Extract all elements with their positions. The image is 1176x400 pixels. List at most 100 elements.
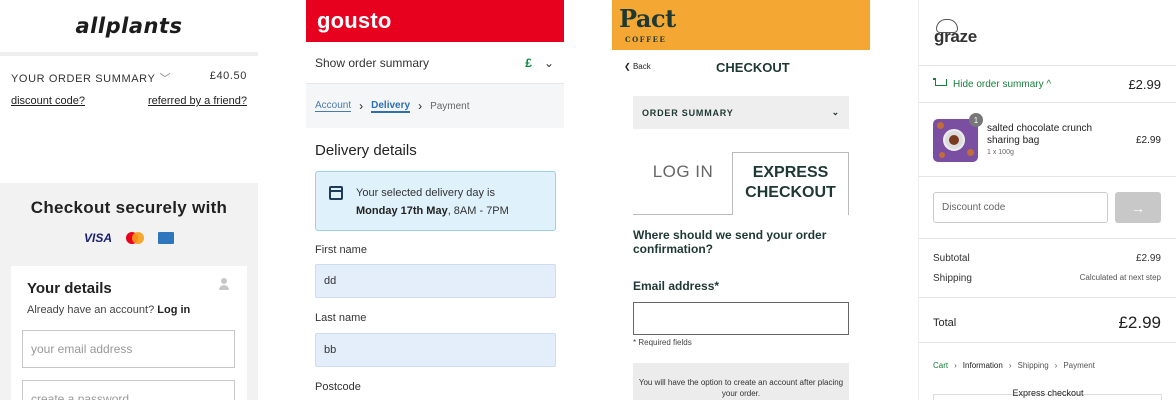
discount-code-input[interactable]: Discount code — [933, 192, 1108, 223]
subtotal-label: Subtotal — [933, 253, 970, 264]
quantity-badge: 1 — [969, 113, 983, 127]
email-input[interactable] — [633, 302, 849, 335]
order-summary-toggle[interactable]: YOUR ORDER SUMMARY ﹀ £40.50 — [11, 70, 247, 86]
order-total: £40.50 — [209, 70, 247, 82]
chevron-right-icon: › — [954, 361, 957, 370]
your-details-title: Your details — [27, 280, 112, 297]
chevron-right-icon: › — [359, 99, 364, 113]
first-name-label: First name — [315, 244, 367, 256]
first-name-field[interactable]: dd — [315, 264, 556, 298]
breadcrumb-cart[interactable]: Cart — [933, 361, 948, 370]
graze-logo-text: graze — [934, 27, 977, 46]
breadcrumb-payment: Payment — [1063, 361, 1095, 370]
header-divider — [0, 52, 258, 56]
summary-total: £2.99 — [1128, 76, 1161, 92]
chevron-right-icon: › — [1008, 361, 1012, 370]
product-size: 1 x 100g — [987, 149, 1014, 156]
product-name: salted chocolate crunch sharing bag — [987, 123, 1093, 146]
payment-card-logos: VISA — [0, 231, 258, 245]
delivery-details-heading: Delivery details — [315, 142, 417, 159]
send-confirmation-question: Where should we send your order confirma… — [633, 228, 827, 256]
notice-time: , 8AM - 7PM — [447, 205, 509, 217]
order-summary-label: ORDER SUMMARY — [642, 107, 734, 118]
arrow-right-icon: → — [1131, 199, 1145, 216]
referral-link[interactable]: referred by a friend? — [148, 95, 247, 107]
apply-discount-button[interactable]: → — [1115, 192, 1161, 223]
discount-code-link[interactable]: discount code? — [11, 95, 85, 107]
breadcrumb-shipping: Shipping — [1017, 361, 1049, 370]
divider — [919, 238, 1176, 239]
hide-order-summary-toggle[interactable]: Hide order summary ^ £2.99 — [933, 74, 1161, 94]
password-input[interactable]: create a password — [22, 380, 235, 400]
allplants-logo[interactable]: allplants — [0, 0, 258, 52]
subtotal-value: £2.99 — [1135, 253, 1161, 264]
express-checkout-label: Express checkout — [1012, 388, 1084, 398]
visa-icon: VISA — [83, 231, 112, 245]
gousto-header: gousto — [306, 0, 564, 42]
checkout-topbar: ❮ Back CHECKOUT — [624, 60, 860, 78]
divider — [919, 176, 1176, 177]
currency-symbol: £ — [525, 55, 532, 70]
required-fields-note: * Required fields — [633, 338, 692, 347]
delivery-notice-text: Your selected delivery day is Monday 17t… — [356, 184, 509, 220]
secure-checkout-heading: Checkout securely with — [30, 198, 228, 217]
breadcrumb-delivery[interactable]: Delivery — [371, 100, 411, 113]
notice-day: Monday 17th May — [356, 205, 448, 217]
pact-checkout-panel: Pact COFFEE ❮ Back CHECKOUT ORDER SUMMAR… — [612, 0, 870, 400]
account-prompt-text: Already have an account? — [27, 304, 155, 316]
hide-order-summary-label: Hide order summary ^ — [953, 78, 1052, 90]
back-link[interactable]: ❮ Back — [624, 62, 651, 71]
pact-header: Pact COFFEE — [612, 0, 870, 50]
order-summary-label: YOUR ORDER SUMMARY — [11, 73, 156, 85]
checkout-breadcrumb: Account › Delivery › Payment — [306, 84, 564, 128]
back-label: Back — [632, 62, 651, 71]
last-name-field[interactable]: bb — [315, 333, 556, 367]
login-link[interactable]: Log in — [157, 304, 190, 316]
breadcrumb-account[interactable]: Account — [315, 100, 352, 112]
breadcrumb-payment[interactable]: Payment — [430, 101, 469, 112]
email-input[interactable]: your email address — [22, 330, 235, 368]
checkout-tabs: LOG IN EXPRESS CHECKOUT — [633, 152, 849, 215]
tab-login[interactable]: LOG IN — [633, 152, 733, 215]
promo-links: discount code? referred by a friend? — [11, 95, 247, 107]
allplants-checkout-panel: allplants YOUR ORDER SUMMARY ﹀ £40.50 dis… — [0, 0, 258, 400]
graze-logo[interactable]: graze — [934, 19, 994, 49]
checkout-breadcrumb: Cart › Information › Shipping › Payment — [933, 361, 1095, 370]
your-details-card: Your details Already have an account? Lo… — [11, 266, 247, 400]
breadcrumb-information: Information — [962, 361, 1003, 370]
divider — [919, 297, 1176, 298]
total-value: £2.99 — [1118, 313, 1161, 332]
pact-logo-sub: COFFEE — [625, 35, 667, 44]
chevron-down-icon: ⌄ — [543, 55, 554, 70]
notice-prefix: Your selected delivery day is — [356, 187, 496, 199]
amex-icon — [158, 232, 174, 244]
shipping-row: Shipping Calculated at next step — [933, 273, 1161, 284]
gousto-logo[interactable]: gousto — [317, 8, 392, 34]
chevron-down-icon: ﹀ — [159, 73, 172, 85]
tab-express-checkout[interactable]: EXPRESS CHECKOUT — [732, 152, 849, 215]
total-label: Total — [933, 317, 957, 329]
subtotal-row: Subtotal £2.99 — [933, 253, 1161, 264]
email-label: Email address* — [633, 279, 720, 293]
show-order-summary-toggle[interactable]: Show order summary £ ⌄ — [306, 42, 564, 84]
order-summary-toggle[interactable]: ORDER SUMMARY ⌄ — [633, 96, 849, 129]
calendar-icon — [329, 186, 343, 200]
chevron-right-icon: › — [1054, 361, 1058, 370]
product-price: £2.99 — [1135, 135, 1161, 146]
show-order-summary-label: Show order summary — [315, 55, 430, 70]
gousto-checkout-panel: gousto Show order summary £ ⌄ Account › … — [306, 0, 564, 400]
account-prompt: Already have an account? Log in — [27, 304, 190, 316]
total-row: Total £2.99 — [933, 313, 1161, 333]
shipping-value: Calculated at next step — [1079, 273, 1161, 282]
divider — [919, 102, 1176, 103]
chevron-down-icon: ⌄ — [831, 107, 840, 117]
divider — [919, 65, 1176, 66]
cart-icon — [933, 78, 947, 90]
account-info-note: You will have the option to create an ac… — [633, 363, 849, 400]
pact-logo[interactable]: Pact — [619, 4, 676, 33]
delivery-day-notice: Your selected delivery day is Monday 17t… — [315, 171, 556, 231]
divider — [919, 342, 1176, 343]
user-icon — [219, 278, 229, 290]
checkout-title: CHECKOUT — [716, 60, 790, 75]
shipping-label: Shipping — [933, 273, 972, 284]
